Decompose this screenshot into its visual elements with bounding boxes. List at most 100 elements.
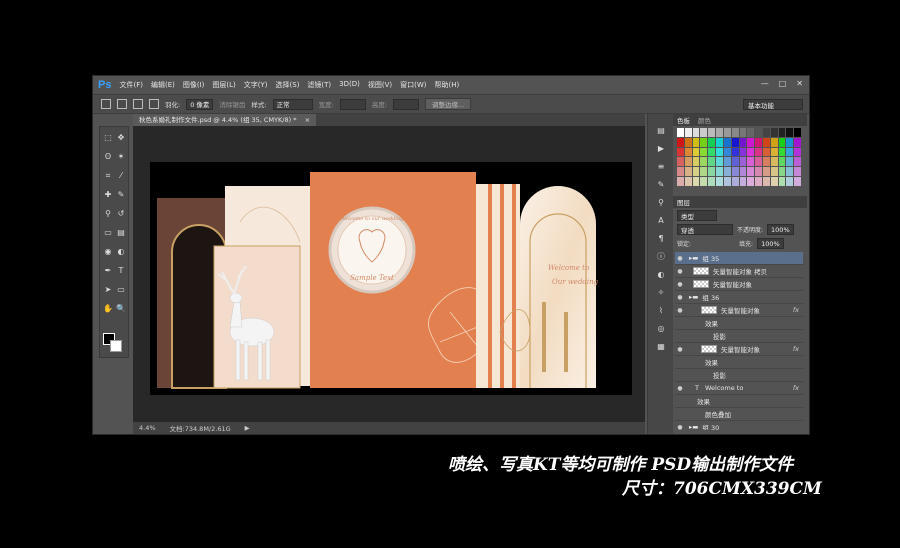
layer-row[interactable]: ● 矢量智能对象 拷贝	[675, 265, 803, 278]
swatch[interactable]	[731, 137, 739, 147]
swatch[interactable]	[708, 128, 716, 137]
fx-icon[interactable]: fx	[793, 384, 799, 392]
eraser-tool-icon[interactable]: ▭	[103, 228, 113, 238]
swatch[interactable]	[762, 137, 770, 147]
visibility-eye-icon[interactable]: ●	[675, 268, 685, 275]
swatch[interactable]	[684, 167, 692, 177]
crop-tool-icon[interactable]: ⌗	[103, 171, 113, 181]
swatch[interactable]	[700, 177, 708, 186]
magic-wand-tool-icon[interactable]: ✶	[116, 152, 126, 162]
marquee-tool-icon[interactable]	[101, 99, 111, 109]
swatch[interactable]	[739, 147, 747, 157]
swatch[interactable]	[692, 128, 700, 137]
layer-row[interactable]: ● 矢量智能对象 fx	[675, 343, 803, 356]
swatch[interactable]	[692, 137, 700, 147]
swatch[interactable]	[716, 147, 723, 157]
height-input[interactable]	[393, 98, 420, 110]
visibility-eye-icon[interactable]: ●	[675, 294, 685, 301]
swatch[interactable]	[755, 167, 762, 177]
swatch[interactable]	[762, 167, 770, 177]
fill-input[interactable]: 100%	[757, 238, 784, 249]
shape-tool-icon[interactable]: ▭	[116, 285, 126, 295]
swatch[interactable]	[677, 157, 684, 167]
close-tab-icon[interactable]: ×	[305, 116, 310, 124]
canvas-area[interactable]: Welcome to our wedding Sample Text Welco…	[133, 126, 645, 422]
swatch[interactable]	[739, 137, 747, 147]
swatch[interactable]	[794, 128, 801, 137]
blend-mode-select[interactable]: 穿透	[677, 224, 733, 235]
restore-icon[interactable]: □	[779, 79, 787, 88]
swatch[interactable]	[692, 177, 700, 186]
swatch[interactable]	[716, 128, 723, 137]
type-tool-icon[interactable]: T	[116, 266, 126, 276]
subtract-selection-icon[interactable]	[149, 99, 159, 109]
blur-tool-icon[interactable]: ◉	[103, 247, 113, 257]
menu-item-0[interactable]: 文件(F)	[119, 80, 143, 90]
eyedropper-tool-icon[interactable]: ⁄	[116, 171, 126, 181]
swatch[interactable]	[770, 157, 778, 167]
style-select[interactable]: 正常	[272, 98, 313, 110]
menu-item-3[interactable]: 图层(L)	[212, 80, 235, 90]
swatch[interactable]	[700, 147, 708, 157]
clone-source-panel-icon[interactable]: ⚲	[656, 198, 666, 208]
zoom-tool-icon[interactable]: 🔍	[116, 304, 126, 314]
swatch[interactable]	[677, 177, 684, 186]
new-selection-icon[interactable]	[117, 99, 127, 109]
swatch[interactable]	[747, 177, 755, 186]
move-tool-icon[interactable]: ✥	[116, 133, 126, 143]
swatch[interactable]	[762, 128, 770, 137]
path-select-tool-icon[interactable]: ➤	[103, 285, 113, 295]
menu-item-10[interactable]: 帮助(H)	[435, 80, 460, 90]
swatch[interactable]	[786, 167, 794, 177]
layer-row[interactable]: ● 矢量智能对象	[675, 278, 803, 291]
channels-panel-icon[interactable]: ◎	[656, 324, 666, 334]
swatch[interactable]	[723, 137, 731, 147]
swatch[interactable]	[700, 157, 708, 167]
layer-comps-panel-icon[interactable]: ▦	[656, 342, 666, 352]
swatch[interactable]	[708, 157, 716, 167]
antialias-checkbox[interactable]: 消除锯齿	[219, 99, 245, 109]
swatch[interactable]	[794, 137, 801, 147]
swatch[interactable]	[731, 128, 739, 137]
swatch[interactable]	[677, 137, 684, 147]
swatch[interactable]	[723, 147, 731, 157]
info-panel-icon[interactable]: ⓘ	[656, 252, 666, 262]
swatch[interactable]	[692, 147, 700, 157]
close-icon[interactable]: ✕	[796, 79, 803, 88]
fx-icon[interactable]: fx	[793, 306, 799, 314]
hand-tool-icon[interactable]: ✋	[103, 304, 113, 314]
refine-edge-button[interactable]: 调整边缘...	[425, 98, 472, 110]
swatch[interactable]	[770, 167, 778, 177]
actions-panel-icon[interactable]: ▶	[656, 144, 666, 154]
swatch[interactable]	[786, 147, 794, 157]
swatch[interactable]	[716, 137, 723, 147]
swatch[interactable]	[684, 137, 692, 147]
marquee-tool-icon[interactable]: ⬚	[103, 133, 113, 143]
minimize-icon[interactable]: —	[761, 79, 769, 88]
layer-row[interactable]: 颜色叠加	[675, 408, 803, 421]
swatch[interactable]	[778, 157, 786, 167]
swatch[interactable]	[723, 177, 731, 186]
swatch[interactable]	[778, 167, 786, 177]
swatch[interactable]	[747, 157, 755, 167]
swatch[interactable]	[778, 137, 786, 147]
gradient-tool-icon[interactable]: ▤	[116, 228, 126, 238]
pen-tool-icon[interactable]: ✒	[103, 266, 113, 276]
swatch[interactable]	[755, 177, 762, 186]
swatch[interactable]	[716, 177, 723, 186]
zoom-level[interactable]: 4.4%	[139, 424, 156, 432]
menu-item-6[interactable]: 滤镜(T)	[307, 80, 331, 90]
layer-row[interactable]: ● 矢量智能对象 fx	[675, 304, 803, 317]
swatch[interactable]	[770, 128, 778, 137]
layer-row[interactable]: ● T Welcome to fx	[675, 382, 803, 395]
swatch[interactable]	[794, 157, 801, 167]
swatch[interactable]	[739, 167, 747, 177]
swatch[interactable]	[786, 177, 794, 186]
add-selection-icon[interactable]	[133, 99, 143, 109]
status-arrow-icon[interactable]: ▶	[245, 424, 250, 432]
swatch[interactable]	[684, 147, 692, 157]
swatch[interactable]	[755, 128, 762, 137]
brush-tool-icon[interactable]: ✎	[116, 190, 126, 200]
layer-row[interactable]: 投影	[675, 330, 803, 343]
workspace-select[interactable]: 基本功能	[743, 99, 803, 110]
